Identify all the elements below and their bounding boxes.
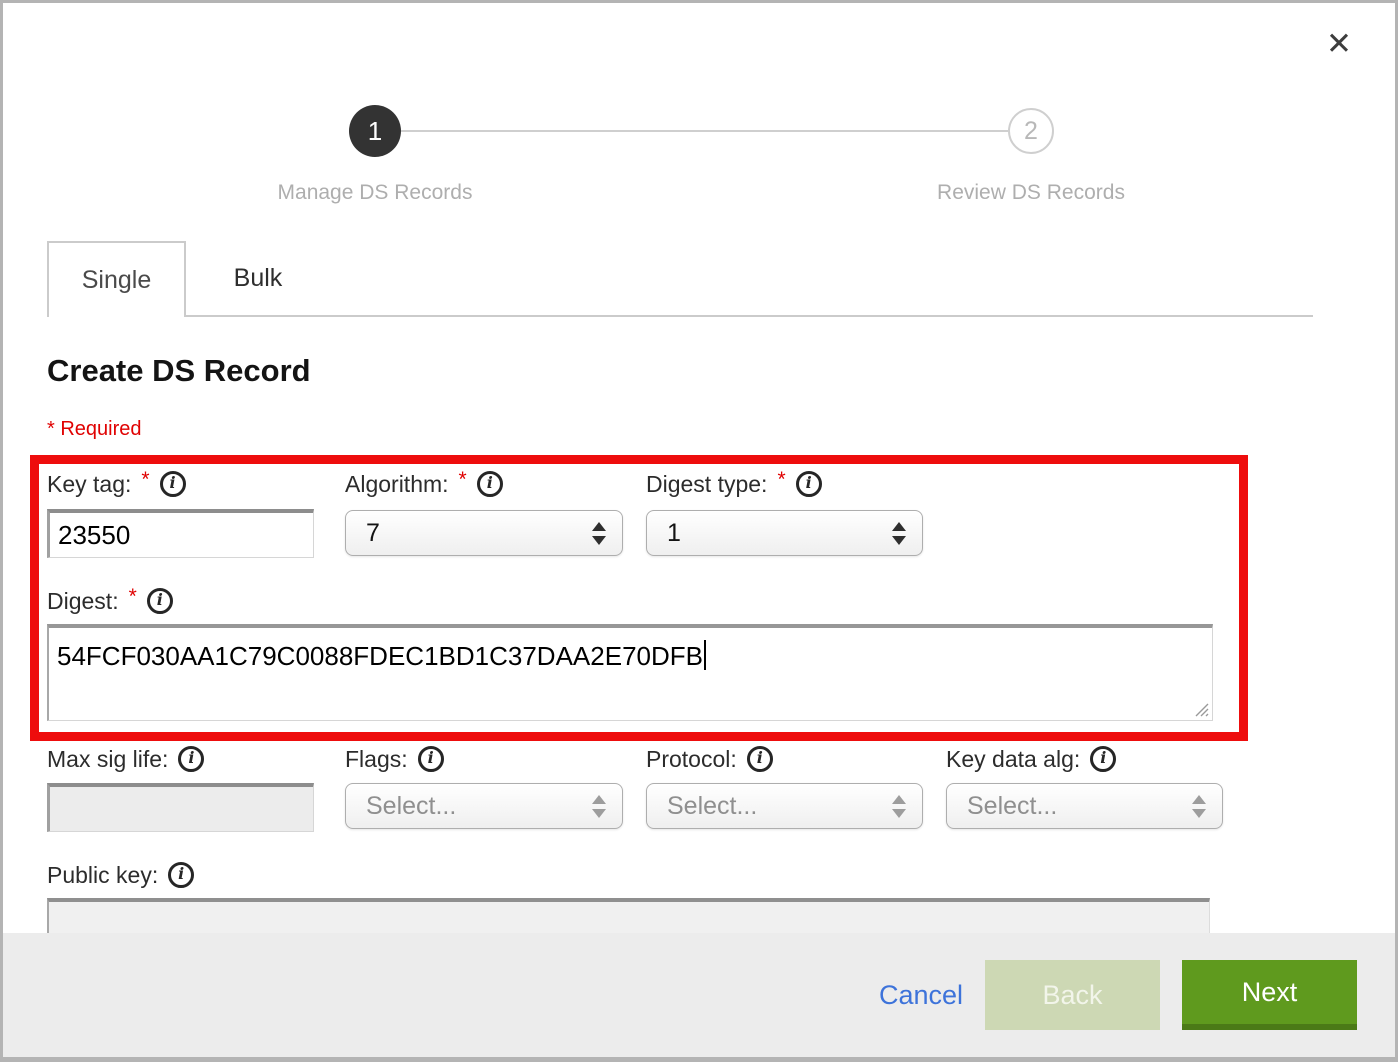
key-tag-label: Key tag: * i [47,469,186,499]
key-data-alg-select[interactable]: Select... [946,783,1223,829]
info-icon[interactable]: i [477,471,503,497]
info-icon[interactable]: i [160,471,186,497]
tab-single-label: Single [82,266,152,295]
digest-type-select[interactable]: 1 [646,510,923,556]
algorithm-label: Algorithm: * i [345,469,503,499]
close-icon: ✕ [1326,28,1352,59]
protocol-label: Protocol: i [646,744,773,774]
select-arrows-icon [592,522,606,545]
step-1-label: Manage DS Records [215,181,535,205]
max-sig-life-input[interactable] [47,783,314,832]
key-data-alg-label: Key data alg: i [946,744,1116,774]
required-note: * Required [47,418,142,441]
create-ds-record-modal: ✕ 1 2 Manage DS Records Review DS Record… [0,0,1398,1062]
info-icon[interactable]: i [178,746,204,772]
resize-handle-icon[interactable] [1192,700,1209,717]
stepper-connector-line [400,130,1008,132]
step-2-number: 2 [1024,117,1038,146]
digest-textarea[interactable]: 54FCF030AA1C79C0088FDEC1BD1C37DAA2E70DFB [47,624,1213,721]
tab-bulk[interactable]: Bulk [186,241,330,315]
public-key-label: Public key: i [47,860,194,890]
select-arrows-icon [592,795,606,818]
flags-label: Flags: i [345,744,444,774]
text-cursor [704,640,706,670]
cancel-link[interactable]: Cancel [879,980,963,1011]
close-button[interactable]: ✕ [1321,25,1357,61]
digest-value: 54FCF030AA1C79C0088FDEC1BD1C37DAA2E70DFB [57,641,703,671]
modal-footer: Cancel Back Next [3,933,1395,1057]
step-1-circle: 1 [349,105,401,157]
next-button[interactable]: Next [1182,960,1357,1030]
flags-select[interactable]: Select... [345,783,623,829]
required-asterisk: * [129,585,137,609]
digest-type-label: Digest type: * i [646,469,822,499]
key-tag-input[interactable] [47,509,314,558]
required-asterisk: * [777,468,785,492]
required-asterisk: * [141,468,149,492]
step-2-circle: 2 [1008,108,1054,154]
info-icon[interactable]: i [168,862,194,888]
protocol-select-value: Select... [667,792,757,821]
info-icon[interactable]: i [796,471,822,497]
select-arrows-icon [892,522,906,545]
protocol-select[interactable]: Select... [646,783,923,829]
flags-select-value: Select... [366,792,456,821]
select-arrows-icon [1192,795,1206,818]
info-icon[interactable]: i [1090,746,1116,772]
max-sig-life-label: Max sig life: i [47,744,204,774]
step-2-label: Review DS Records [871,181,1191,205]
digest-type-select-value: 1 [667,519,681,548]
tab-strip: Single Bulk [47,241,1313,317]
key-data-alg-select-value: Select... [967,792,1057,821]
algorithm-select[interactable]: 7 [345,510,623,556]
tab-single[interactable]: Single [47,241,186,317]
info-icon[interactable]: i [418,746,444,772]
required-asterisk: * [459,468,467,492]
step-1-number: 1 [368,116,382,147]
info-icon[interactable]: i [147,588,173,614]
page-title: Create DS Record [47,353,311,389]
back-button[interactable]: Back [985,960,1160,1030]
select-arrows-icon [892,795,906,818]
digest-label: Digest: * i [47,586,173,616]
algorithm-select-value: 7 [366,519,380,548]
tab-bulk-label: Bulk [234,264,283,293]
info-icon[interactable]: i [747,746,773,772]
